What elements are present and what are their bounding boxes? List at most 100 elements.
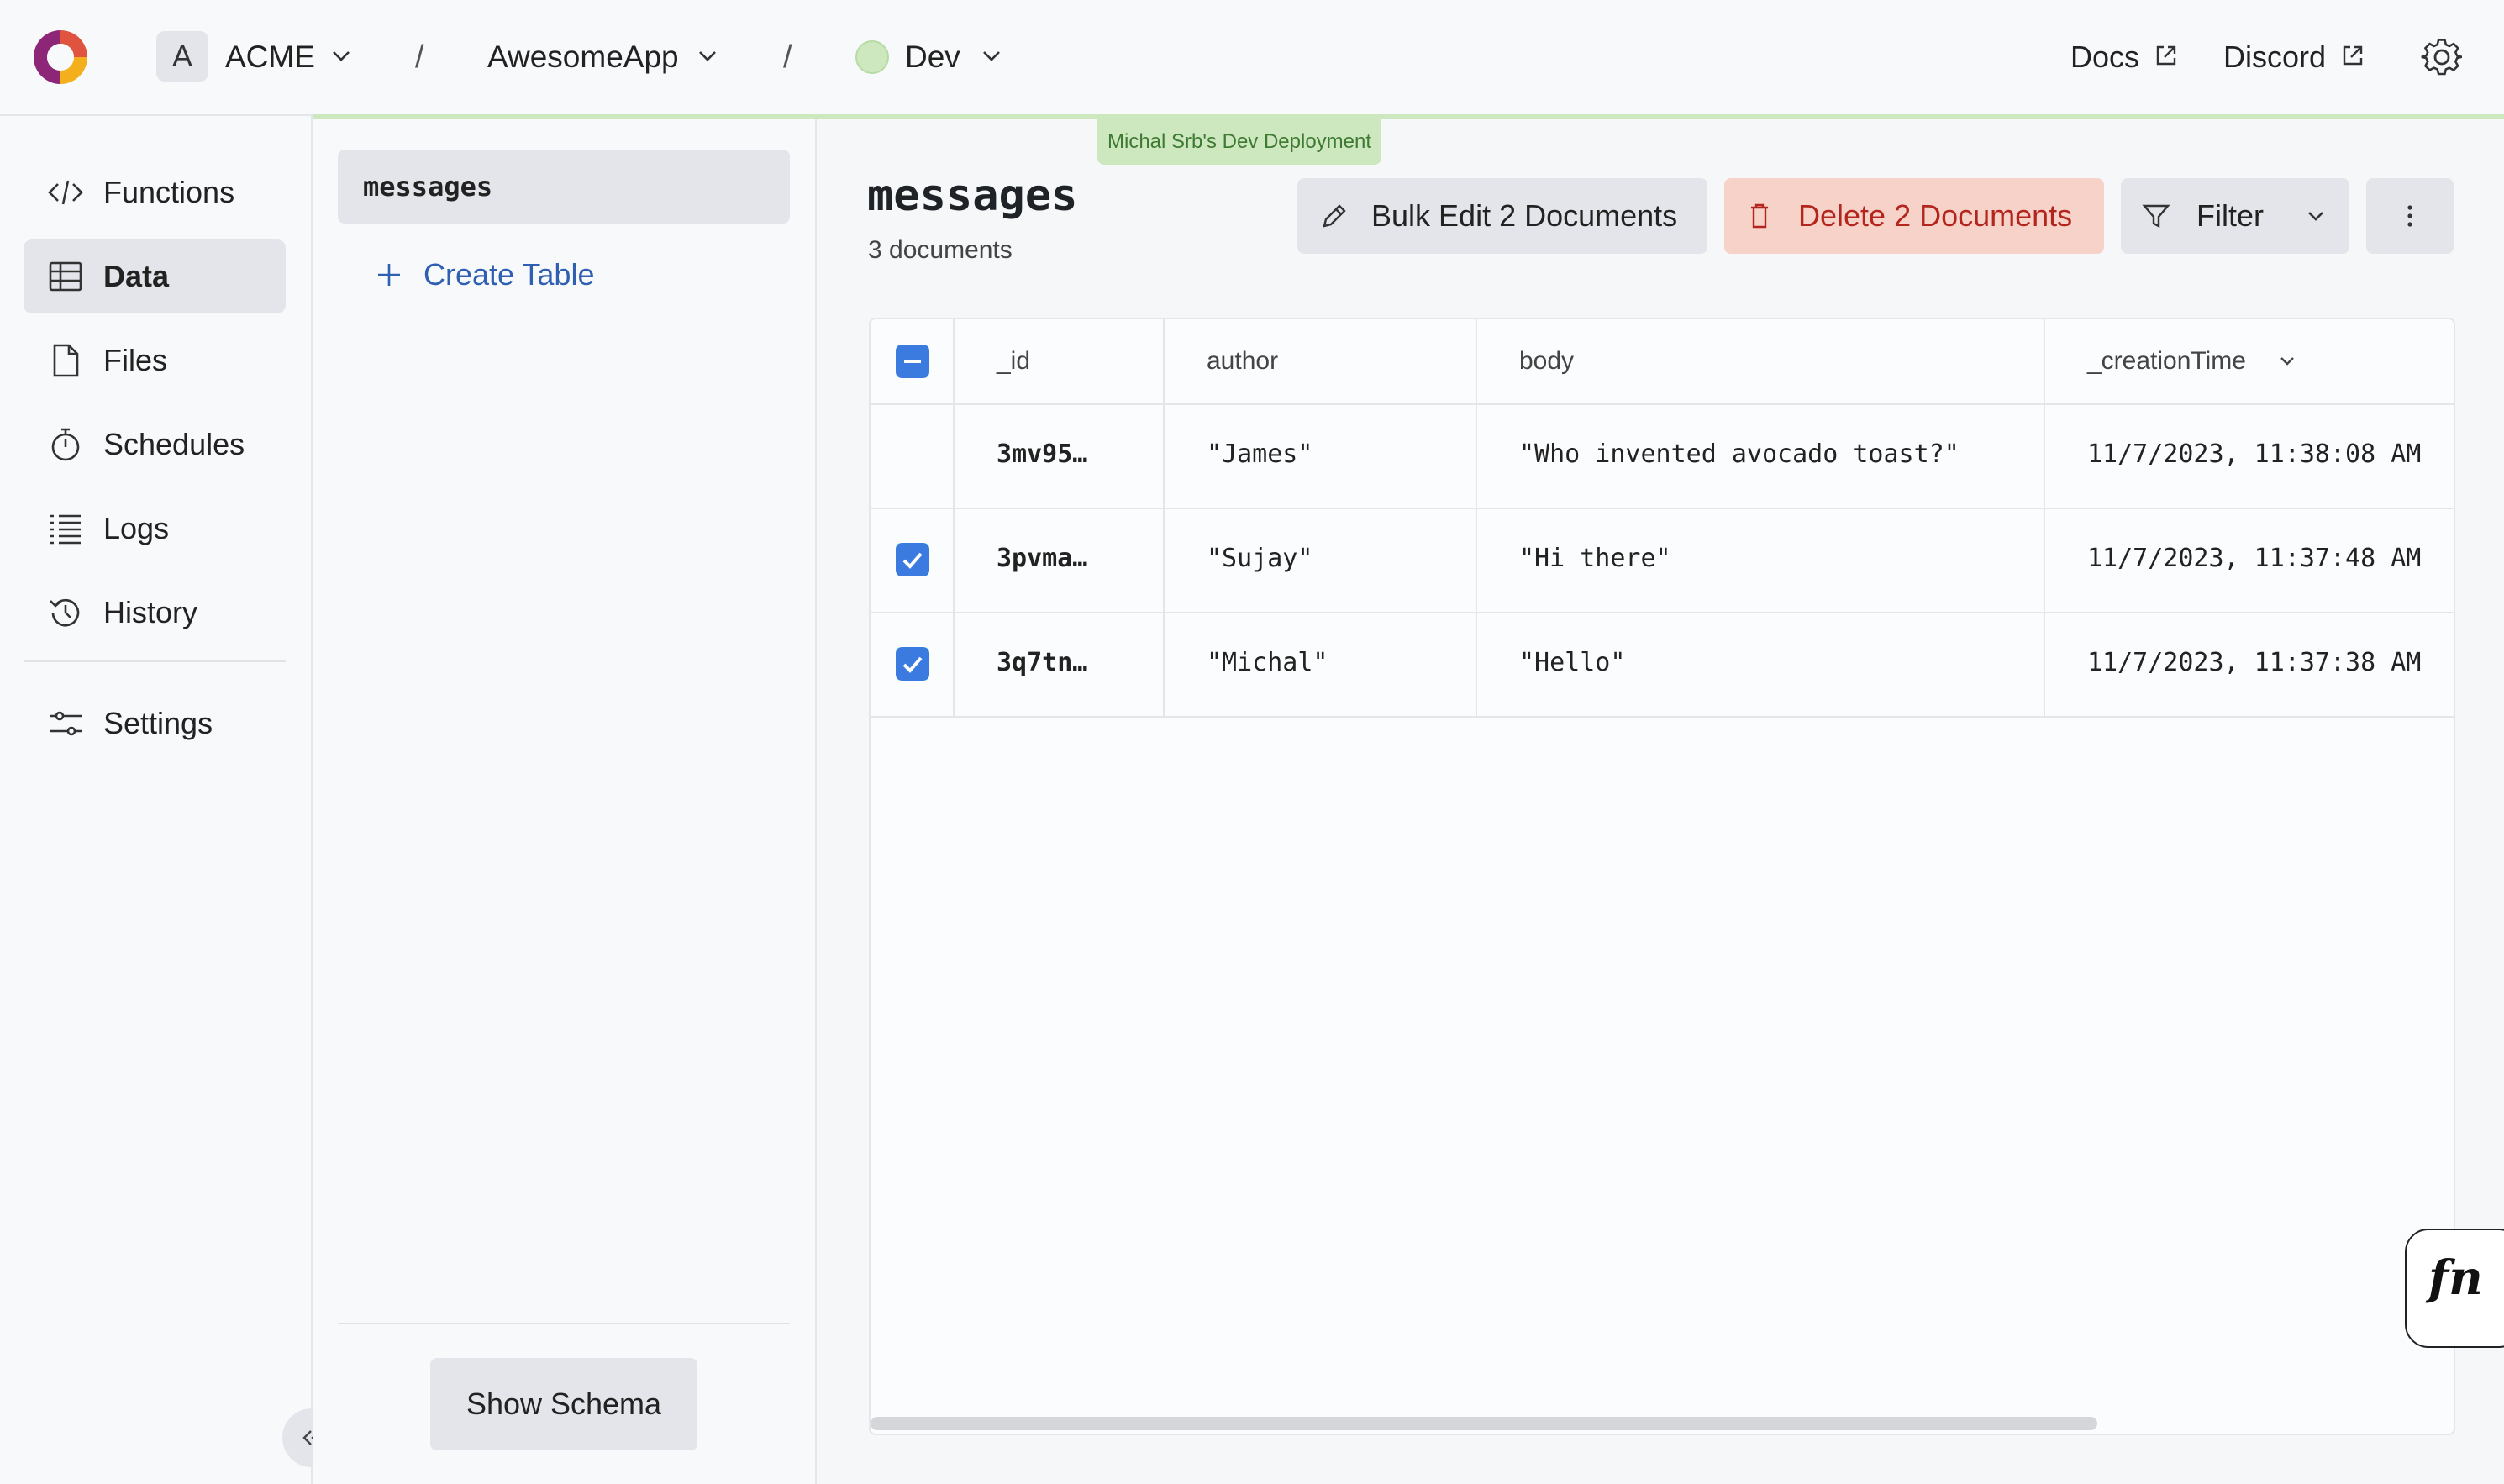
row-select-cell[interactable]	[871, 612, 955, 716]
select-all-checkbox[interactable]	[896, 345, 929, 378]
sidebar-item-functions[interactable]: Functions	[24, 155, 286, 229]
sidebar-item-settings[interactable]: Settings	[24, 687, 286, 760]
breadcrumb-separator: /	[415, 39, 424, 75]
team-avatar[interactable]: A	[156, 31, 208, 82]
create-table-label: Create Table	[423, 257, 595, 292]
column-header-label: author	[1207, 347, 1279, 375]
sidebar-item-label: Settings	[103, 706, 213, 740]
body-cell[interactable]: "Who invented avocado toast?"	[1477, 403, 2045, 508]
creation-time-cell[interactable]: 11/7/2023, 11:38:08 AM	[2045, 403, 2454, 508]
author-value: "Sujay"	[1207, 544, 1313, 573]
id-cell[interactable]: 3q7tn…	[955, 612, 1165, 716]
more-options-button[interactable]	[2366, 178, 2454, 254]
bulk-edit-label: Bulk Edit 2 Documents	[1371, 198, 1678, 233]
bulk-edit-button[interactable]: Bulk Edit 2 Documents	[1297, 178, 1707, 254]
delete-label: Delete 2 Documents	[1798, 198, 2073, 233]
id-value: 3q7tn…	[997, 648, 1088, 677]
sidebar-item-label: Functions	[103, 175, 235, 209]
document-count: 3 documents	[868, 236, 1013, 264]
column-header-author[interactable]: author	[1165, 319, 1477, 403]
code-icon	[48, 180, 83, 205]
row-checkbox-checked[interactable]	[896, 543, 929, 576]
deployment-selector[interactable]: Dev	[905, 34, 960, 81]
external-link-icon	[2156, 45, 2176, 66]
author-value: "Michal"	[1207, 648, 1328, 677]
chevron-down-icon[interactable]	[980, 47, 1003, 66]
discord-link[interactable]: Discord	[2223, 34, 2326, 81]
vertical-dots-icon	[2407, 205, 2412, 227]
column-header-body[interactable]: body	[1477, 319, 2045, 403]
tables-panel: messages Create Table Show Schema	[313, 119, 817, 1484]
top-bar: A ACME / AwesomeApp / Dev Docs Discord	[0, 0, 2504, 116]
convex-logo-icon[interactable]	[29, 25, 92, 89]
fn-label: fn	[2428, 1250, 2483, 1306]
sidebar-item-label: History	[103, 595, 198, 629]
chevron-down-icon[interactable]	[2277, 353, 2297, 370]
filter-label: Filter	[2196, 198, 2264, 233]
id-value: 3pvma…	[997, 544, 1088, 573]
trash-icon	[1751, 203, 1768, 229]
sidebar-item-files[interactable]: Files	[24, 324, 286, 397]
divider	[24, 660, 286, 662]
deployment-status-dot	[855, 40, 889, 74]
sidebar-item-label: Schedules	[103, 427, 245, 461]
column-header-id[interactable]: _id	[955, 319, 1165, 403]
body-value: "Hi there"	[1519, 544, 1671, 573]
creation-time-value: 11/7/2023, 11:37:38 AM	[2087, 648, 2422, 677]
data-table: _id author body _creationTime 3mv95… "Ja…	[869, 318, 2455, 1435]
table-row[interactable]: 3mv95… "James" "Who invented avocado toa…	[871, 403, 2454, 509]
table-row[interactable]: 3q7tn… "Michal" "Hello" 11/7/2023, 11:37…	[871, 612, 2454, 718]
sliders-icon	[50, 711, 82, 736]
sidebar-item-history[interactable]: History	[24, 576, 286, 650]
id-cell[interactable]: 3mv95…	[955, 403, 1165, 508]
creation-time-value: 11/7/2023, 11:37:48 AM	[2087, 544, 2422, 573]
id-cell[interactable]: 3pvma…	[955, 508, 1165, 612]
breadcrumb-separator: /	[783, 39, 792, 75]
file-icon	[53, 344, 79, 377]
author-cell[interactable]: "James"	[1165, 403, 1477, 508]
sidebar-item-data[interactable]: Data	[24, 239, 286, 313]
sidebar-item-label: Files	[103, 343, 168, 377]
sidebar-item-schedules[interactable]: Schedules	[24, 408, 286, 482]
sidebar: Functions Data Files Schedules Logs Hist…	[0, 116, 313, 1484]
row-select-cell[interactable]	[871, 403, 955, 508]
creation-time-cell[interactable]: 11/7/2023, 11:37:38 AM	[2045, 612, 2454, 716]
header-select-cell	[871, 319, 955, 403]
pencil-icon	[1323, 204, 1346, 228]
project-selector[interactable]: AwesomeApp	[487, 34, 679, 81]
column-header-label: _id	[997, 347, 1031, 375]
show-schema-button[interactable]: Show Schema	[430, 1358, 697, 1450]
page-title: messages	[867, 171, 1078, 221]
docs-link[interactable]: Docs	[2070, 34, 2139, 81]
gear-icon[interactable]	[2420, 35, 2464, 79]
history-icon	[50, 598, 80, 627]
author-cell[interactable]: "Sujay"	[1165, 508, 1477, 612]
chevron-down-icon[interactable]	[329, 47, 353, 66]
deployment-badge: Michal Srb's Dev Deployment	[1097, 119, 1382, 165]
sidebar-item-logs[interactable]: Logs	[24, 492, 286, 566]
row-checkbox-checked[interactable]	[896, 647, 929, 681]
creation-time-cell[interactable]: 11/7/2023, 11:37:48 AM	[2045, 508, 2454, 612]
table-header-row: _id author body _creationTime	[871, 319, 2454, 405]
row-select-cell[interactable]	[871, 508, 955, 612]
author-cell[interactable]: "Michal"	[1165, 612, 1477, 716]
column-header-label: _creationTime	[2087, 347, 2246, 375]
body-value: "Hello"	[1519, 648, 1626, 677]
chevron-down-icon	[2308, 212, 2323, 221]
table-list-item-messages[interactable]: messages	[338, 150, 790, 224]
chevron-down-icon[interactable]	[696, 47, 719, 66]
filter-button[interactable]: Filter	[2121, 178, 2349, 254]
horizontal-scrollbar[interactable]	[871, 1417, 2097, 1430]
divider	[338, 1323, 790, 1324]
body-cell[interactable]: "Hi there"	[1477, 508, 2045, 612]
delete-documents-button[interactable]: Delete 2 Documents	[1724, 178, 2104, 254]
function-runner-button[interactable]: fn	[2405, 1229, 2504, 1348]
sidebar-item-label: Logs	[103, 511, 170, 545]
column-header-creation-time[interactable]: _creationTime	[2045, 319, 2454, 403]
body-cell[interactable]: "Hello"	[1477, 612, 2045, 716]
table-row[interactable]: 3pvma… "Sujay" "Hi there" 11/7/2023, 11:…	[871, 508, 2454, 613]
team-selector[interactable]: ACME	[225, 34, 315, 81]
column-header-label: body	[1519, 347, 1575, 375]
stopwatch-icon	[51, 428, 80, 461]
funnel-icon	[2142, 204, 2170, 228]
